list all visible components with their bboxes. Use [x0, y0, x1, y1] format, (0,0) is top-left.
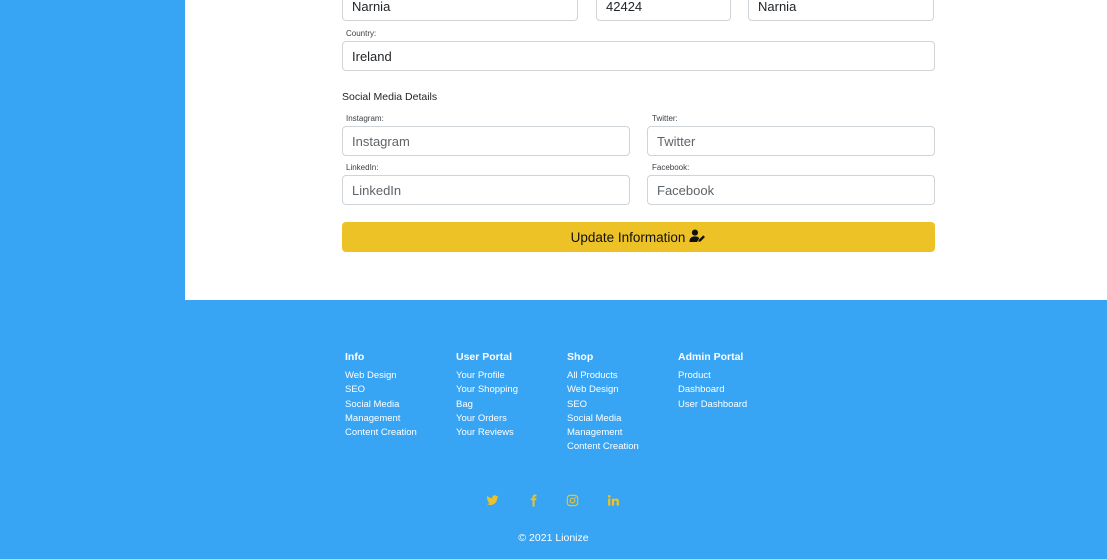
- footer-link-your-profile[interactable]: Your Profile: [456, 369, 552, 383]
- footer-info-heading: Info: [345, 351, 365, 363]
- user-edit-icon: [689, 229, 706, 246]
- facebook-icon[interactable]: [525, 492, 541, 508]
- footer-link-content-creation[interactable]: Content Creation: [345, 426, 441, 440]
- footer-link-all-products[interactable]: All Products: [567, 369, 663, 383]
- postcode-input[interactable]: [596, 0, 731, 21]
- facebook-input[interactable]: [647, 175, 935, 205]
- footer-shop-column: Shop All Products Web Design SEO Social …: [567, 351, 663, 455]
- footer-link-user-dashboard[interactable]: User Dashboard: [678, 398, 774, 412]
- footer-link-your-reviews[interactable]: Your Reviews: [456, 426, 552, 440]
- footer-admin-portal-heading: Admin Portal: [678, 351, 744, 363]
- footer-link-web-design[interactable]: Web Design: [345, 369, 441, 383]
- footer-info-column: Info Web Design SEO Social Media Managem…: [345, 351, 441, 440]
- footer-link-shop-social-media[interactable]: Social Media Management: [567, 412, 637, 441]
- twitter-input[interactable]: [647, 126, 935, 156]
- footer-link-social-media[interactable]: Social Media Management: [345, 398, 415, 427]
- linkedin-icon[interactable]: [605, 492, 621, 508]
- twitter-icon[interactable]: [484, 492, 500, 508]
- country-label: Country:: [346, 29, 377, 38]
- county-input[interactable]: [748, 0, 934, 21]
- footer-link-your-shopping-bag[interactable]: Your Shopping Bag: [456, 383, 536, 412]
- instagram-input[interactable]: [342, 126, 630, 156]
- instagram-label: Instagram:: [346, 114, 384, 123]
- copyright-text: © 2021 Lionize: [518, 532, 589, 544]
- footer-link-your-orders[interactable]: Your Orders: [456, 412, 552, 426]
- footer-admin-portal-column: Admin Portal Product Dashboard User Dash…: [678, 351, 774, 412]
- linkedin-input[interactable]: [342, 175, 630, 205]
- instagram-icon[interactable]: [564, 492, 580, 508]
- update-information-button[interactable]: Update Information: [342, 222, 935, 252]
- footer-user-portal-column: User Portal Your Profile Your Shopping B…: [456, 351, 552, 440]
- linkedin-label: LinkedIn:: [346, 163, 379, 172]
- social-media-section-title: Social Media Details: [342, 91, 438, 103]
- footer-user-portal-heading: User Portal: [456, 351, 513, 363]
- country-input[interactable]: [342, 41, 935, 71]
- facebook-label: Facebook:: [652, 163, 690, 172]
- update-information-label: Update Information: [570, 229, 686, 245]
- footer-shop-heading: Shop: [567, 351, 594, 363]
- footer-link-shop-seo[interactable]: SEO: [567, 398, 663, 412]
- footer-link-shop-web-design[interactable]: Web Design: [567, 383, 663, 397]
- footer-link-seo[interactable]: SEO: [345, 383, 441, 397]
- twitter-label: Twitter:: [652, 114, 678, 123]
- footer-link-shop-content-creation[interactable]: Content Creation: [567, 440, 663, 454]
- footer-link-product-dashboard[interactable]: Product Dashboard: [678, 369, 738, 398]
- city-input[interactable]: [342, 0, 578, 21]
